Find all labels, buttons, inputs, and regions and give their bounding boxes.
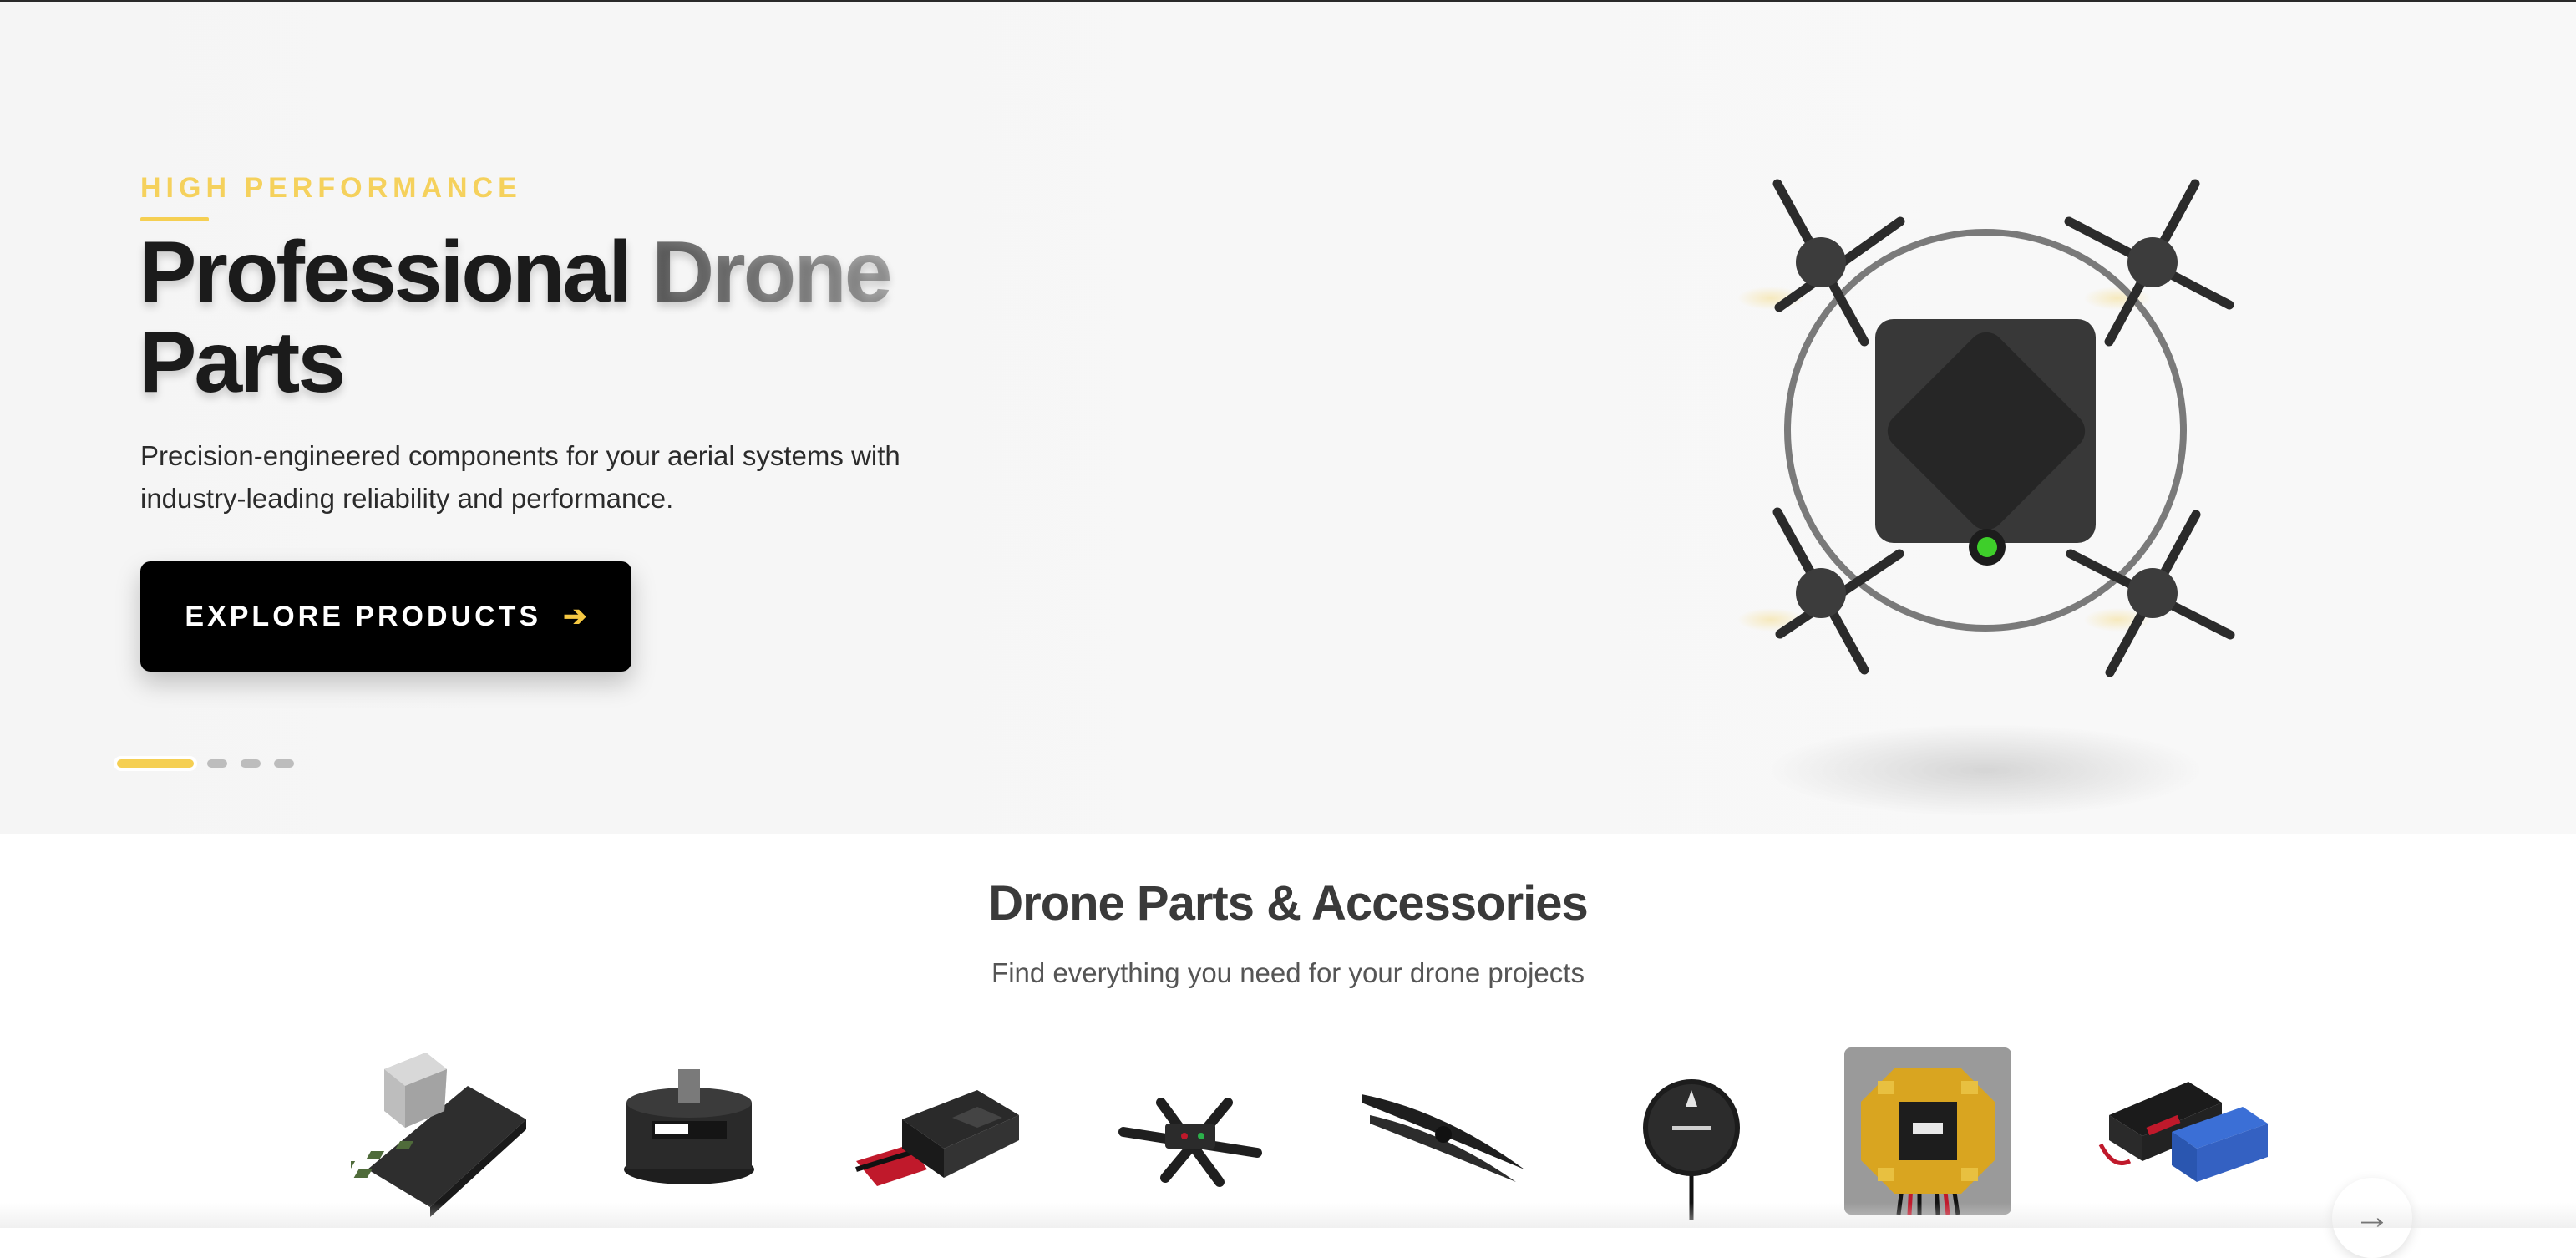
product-propellers[interactable] [1353, 1044, 1529, 1220]
product-esc[interactable] [852, 1044, 1027, 1220]
product-brushless-motor[interactable] [601, 1044, 777, 1220]
drone-illustration [1737, 179, 2235, 816]
explore-products-label: EXPLORE PRODUCTS [185, 600, 542, 632]
esc-icon [855, 1090, 1019, 1186]
brushless-motor-icon [624, 1069, 754, 1184]
arrow-right-icon: → [2354, 1196, 2391, 1237]
product-flight-controller[interactable] [351, 1044, 526, 1220]
hero-title-word-professional: Professional [139, 224, 632, 321]
power-distribution-board-icon [1861, 1068, 1995, 1215]
slide-dot-4[interactable] [274, 759, 294, 768]
propeller-icon [1362, 1094, 1524, 1182]
hero-title: Professional Drone Parts [139, 224, 893, 411]
product-lipo-battery[interactable] [2097, 1044, 2272, 1220]
gps-module-icon [1643, 1079, 1740, 1220]
flight-controller-icon [351, 1053, 526, 1217]
slide-indicators [117, 759, 294, 768]
categories-subtitle: Find everything you need for your drone … [991, 957, 1585, 988]
product-carousel [351, 1044, 2272, 1228]
slide-dot-1[interactable] [117, 759, 194, 768]
categories-title: Drone Parts & Accessories [988, 876, 1589, 931]
slide-dot-3[interactable] [241, 759, 261, 768]
product-power-distribution-board[interactable] [1844, 1047, 2011, 1215]
product-gps-module[interactable] [1604, 1044, 1779, 1220]
hero-title-word-parts: Parts [139, 314, 346, 411]
drone-frame-icon [1118, 1098, 1262, 1187]
slide-dot-2[interactable] [207, 759, 227, 768]
eyebrow-underline [140, 217, 209, 221]
hero-subtitle: Precision-engineered components for your… [140, 440, 900, 514]
hero-eyebrow: HIGH PERFORMANCE [140, 172, 522, 204]
carousel-next-button[interactable]: → [2332, 1178, 2412, 1258]
lipo-battery-icon [2098, 1082, 2268, 1182]
explore-products-button[interactable]: EXPLORE PRODUCTS ➔ [140, 561, 631, 672]
product-drone-frame[interactable] [1103, 1044, 1278, 1220]
hero-banner: HIGH PERFORMANCE Professional Drone Part… [0, 2, 2576, 834]
arrow-right-icon: ➔ [563, 601, 587, 632]
hero-title-word-drone: Drone [652, 224, 892, 321]
